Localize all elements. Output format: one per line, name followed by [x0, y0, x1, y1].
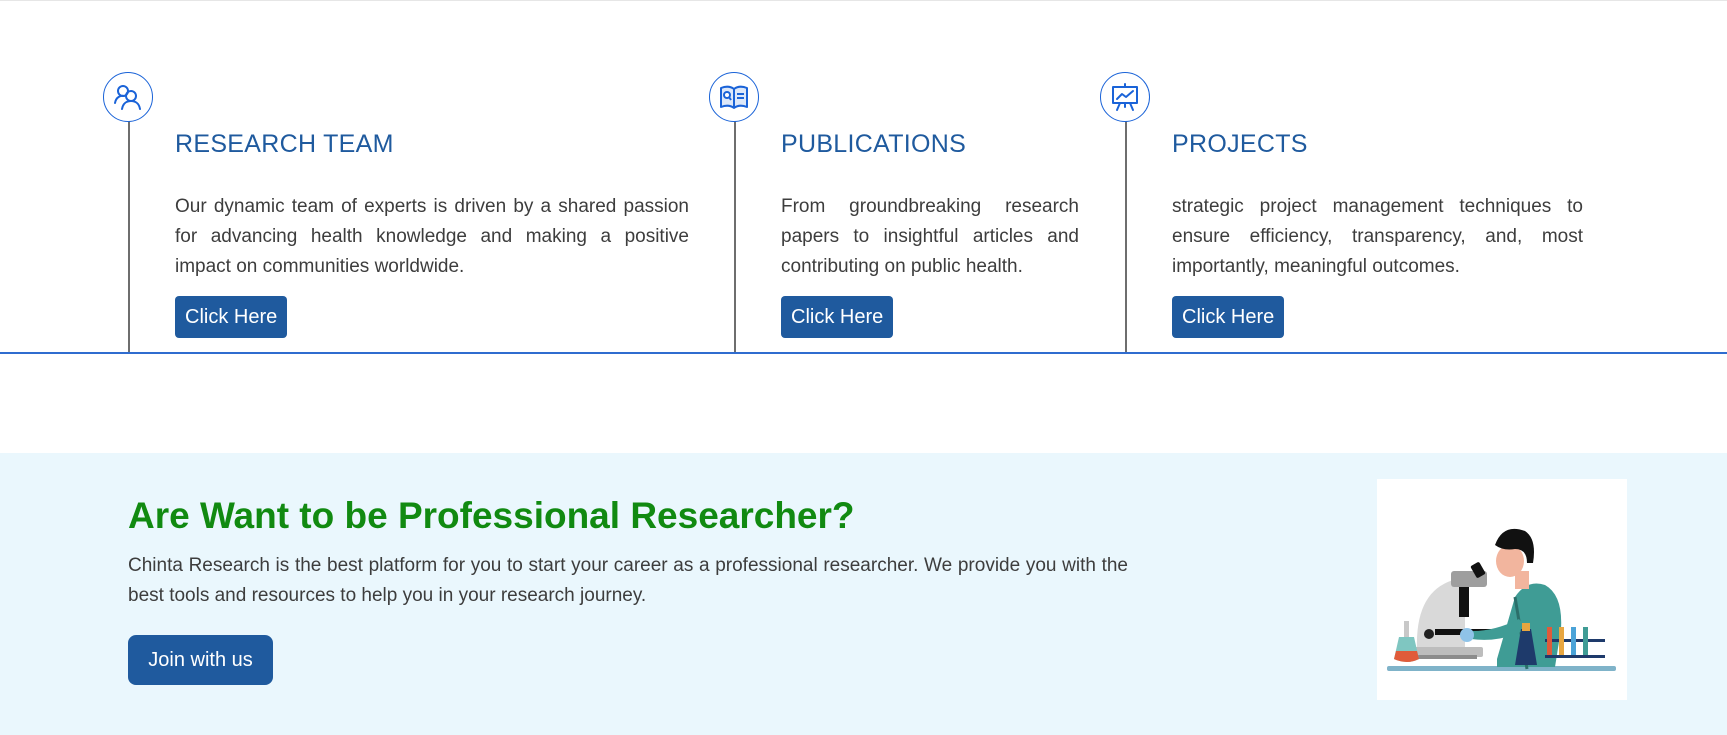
- join-with-us-button[interactable]: Join with us: [128, 635, 273, 685]
- scientist-microscope-illustration: [1377, 479, 1627, 700]
- cta-section: Are Want to be Professional Researcher? …: [0, 453, 1727, 735]
- cta-heading: Are Want to be Professional Researcher?: [128, 495, 855, 536]
- projects-click-here-button[interactable]: Click Here: [1172, 296, 1285, 338]
- feature-description: strategic project management techniques …: [1172, 196, 1583, 277]
- features-section: RESEARCH TEAM Our dynamic team of expert…: [0, 0, 1727, 354]
- cta-description: Chinta Research is the best platform for…: [128, 555, 1128, 606]
- feature-projects: PROJECTS strategic project management te…: [0, 0, 1600, 352]
- feature-title: PROJECTS: [1172, 130, 1308, 158]
- timeline-line: [1125, 120, 1127, 352]
- presentation-chart-icon: [1100, 72, 1150, 122]
